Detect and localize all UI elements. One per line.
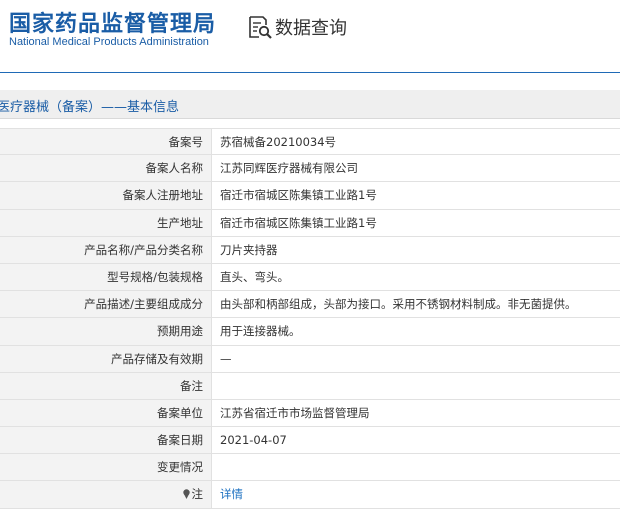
row-label: 生产地址	[0, 209, 212, 236]
note-label: 注	[191, 487, 204, 502]
pin-icon	[182, 489, 190, 500]
table-row: 型号规格/包装规格 直头、弯头。	[0, 263, 620, 292]
table-row: 备案人注册地址 宿迁市宿城区陈集镇工业路1号	[0, 182, 620, 210]
details-link[interactable]: 详情	[212, 481, 620, 507]
data-query-label: 数据查询	[275, 18, 347, 39]
table-row: 产品描述/主要组成成分 由头部和柄部组成，头部为接口。采用不锈钢材料制成。非无菌…	[0, 291, 620, 319]
table-row: 生产地址 宿迁市宿城区陈集镇工业路1号	[0, 209, 620, 237]
row-label: 预期用途	[0, 318, 212, 345]
row-label: 产品存储及有效期	[0, 345, 212, 372]
row-value: 由头部和柄部组成，头部为接口。采用不锈钢材料制成。非无菌提供。	[220, 297, 577, 312]
table-row: 备案号 苏宿械备20210034号	[0, 128, 620, 156]
table-row: 注 详情	[0, 481, 620, 509]
row-value: —	[220, 351, 232, 366]
table-row: 备案单位 江苏省宿迁市市场监督管理局	[0, 399, 620, 428]
row-label: 变更情况	[0, 454, 212, 481]
row-label-note: 注	[0, 481, 212, 508]
logo-english[interactable]: National Medical Products Administration	[9, 36, 209, 48]
row-label: 备案人注册地址	[0, 182, 212, 209]
table-row: 预期用途 用于连接器械。	[0, 318, 620, 346]
row-label: 备案号	[0, 129, 212, 155]
row-value: 苏宿械备20210034号	[220, 135, 337, 149]
document-search-icon	[249, 16, 272, 39]
table-row: 产品存储及有效期 —	[0, 345, 620, 373]
row-label: 型号规格/包装规格	[0, 263, 212, 291]
row-value: 直头、弯头。	[220, 269, 289, 284]
table-row: 备注	[0, 372, 620, 400]
row-label: 备案单位	[0, 399, 212, 427]
row-label: 备注	[0, 372, 212, 399]
row-value: 用于连接器械。	[220, 324, 301, 339]
row-value: 刀片夹持器	[220, 242, 278, 257]
row-label: 产品名称/产品分类名称	[0, 236, 212, 263]
row-value: 2021-04-07	[220, 433, 287, 448]
row-label: 备案人名称	[0, 155, 212, 182]
header-divider	[0, 72, 620, 73]
table-row: 产品名称/产品分类名称 刀片夹持器	[0, 236, 620, 264]
data-query-link[interactable]: 数据查询	[247, 14, 347, 40]
section-header: 医疗器械（备案）——基本信息	[0, 90, 620, 119]
row-label: 备案日期	[0, 427, 212, 454]
row-value: 江苏省宿迁市市场监督管理局	[220, 405, 370, 420]
row-value	[212, 454, 620, 480]
row-label: 产品描述/主要组成成分	[0, 291, 212, 318]
section-title: 医疗器械（备案）——基本信息	[0, 100, 180, 115]
table-row: 备案人名称 江苏同辉医疗器械有限公司	[0, 155, 620, 183]
info-table: 备案号 苏宿械备20210034号 备案人名称 江苏同辉医疗器械有限公司 备案人…	[0, 128, 620, 509]
logo-chinese[interactable]: 国家药品监督管理局	[9, 6, 216, 38]
table-row: 变更情况	[0, 454, 620, 482]
row-value: 宿迁市宿城区陈集镇工业路1号	[220, 215, 377, 230]
row-value: 宿迁市宿城区陈集镇工业路1号	[220, 188, 377, 203]
table-row: 备案日期 2021-04-07	[0, 427, 620, 455]
row-value: 江苏同辉医疗器械有限公司	[220, 161, 358, 176]
row-value	[212, 373, 620, 399]
site-header: 国家药品监督管理局 National Medical Products Admi…	[0, 0, 620, 74]
